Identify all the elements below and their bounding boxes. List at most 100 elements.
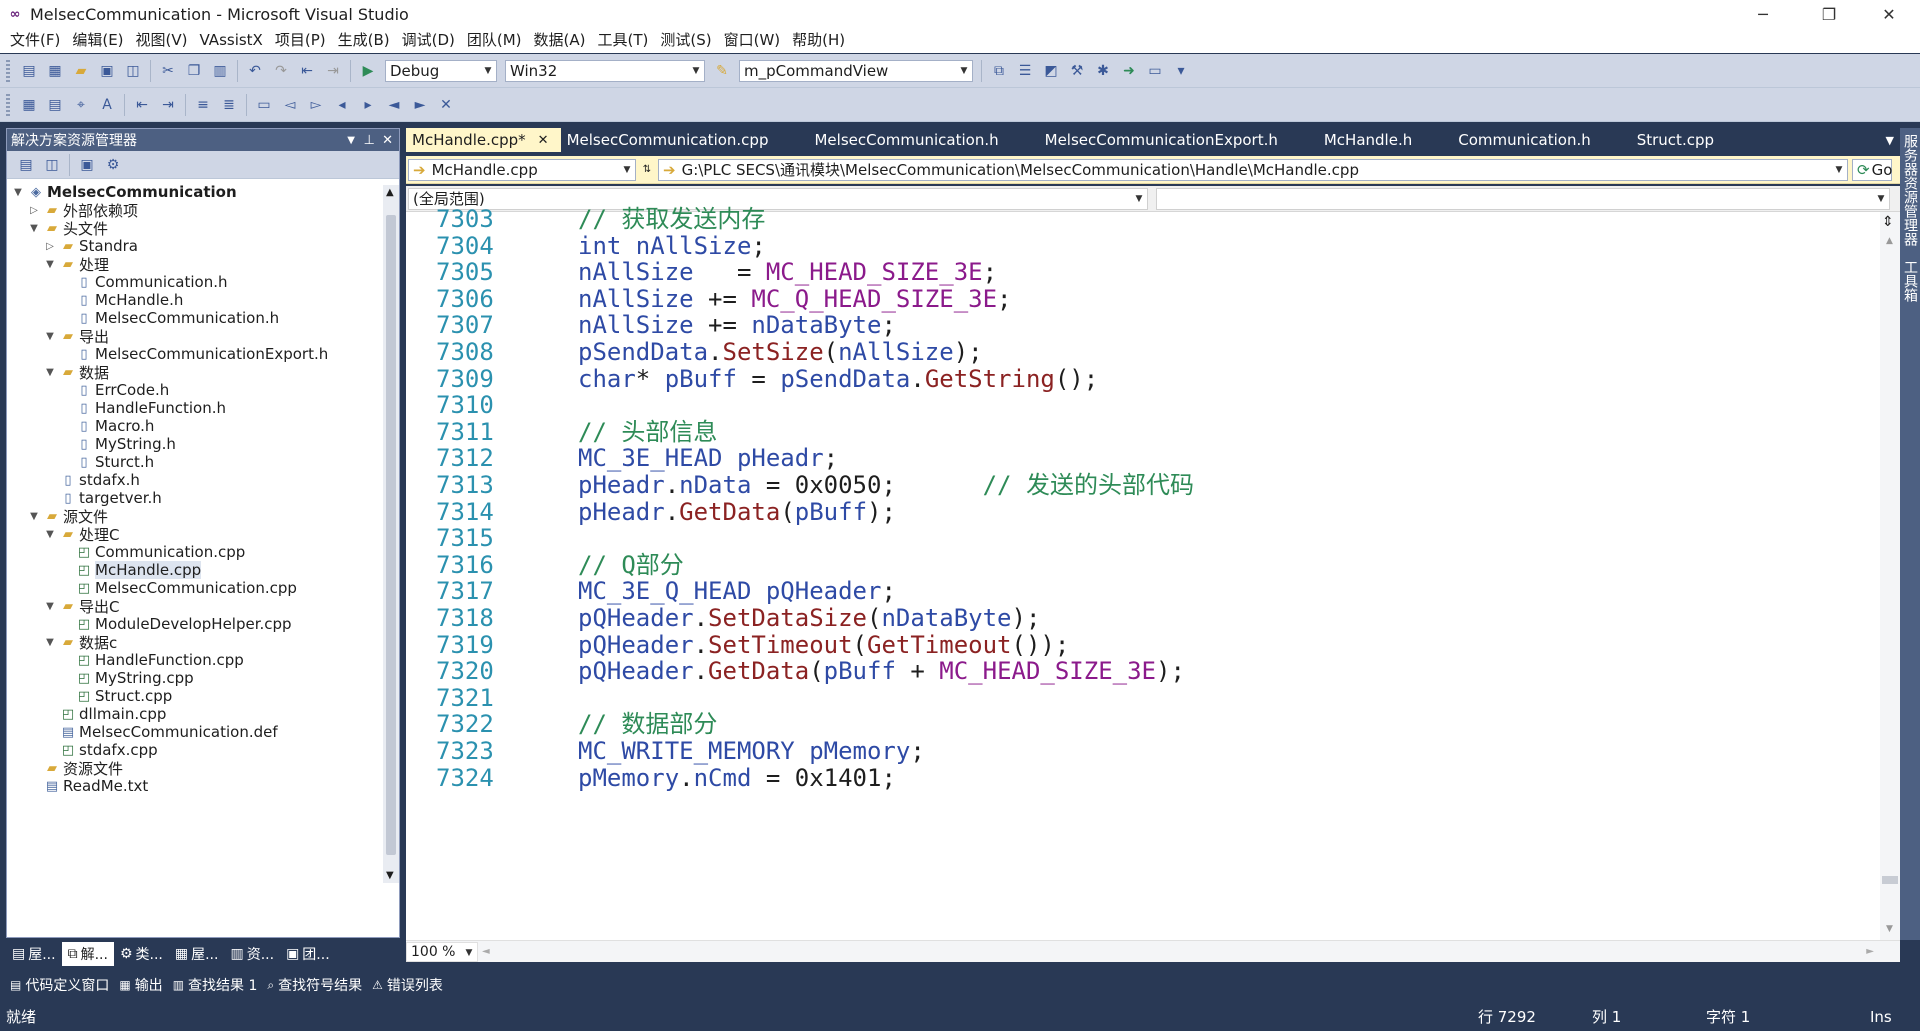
comment-out-icon[interactable]: ≡: [192, 94, 214, 116]
menu-window[interactable]: 窗口(W): [718, 28, 787, 53]
tab-struct-cpp[interactable]: Struct.cpp: [1631, 128, 1726, 152]
tab-melseccommunication-cpp[interactable]: MelsecCommunication.cpp: [561, 128, 809, 152]
menu-data[interactable]: 数据(A): [528, 28, 592, 53]
toolbar-grip[interactable]: [6, 93, 10, 116]
clear-bookmarks-icon[interactable]: ✕: [435, 94, 457, 116]
code-line[interactable]: // Q部分: [578, 550, 684, 580]
next-bookmark-doc-icon[interactable]: ►: [409, 94, 431, 116]
save-all-icon[interactable]: ◫: [122, 60, 144, 82]
collapse-arrow-icon[interactable]: ▼: [43, 637, 57, 648]
menu-tools[interactable]: 工具(T): [591, 28, 654, 53]
tab-team-explorer[interactable]: ▣ 团...: [280, 942, 336, 966]
display-object-member-list-icon[interactable]: ▦: [18, 94, 40, 116]
cut-icon[interactable]: ✂: [157, 60, 179, 82]
editor-vertical-scrollbar[interactable]: ⇕ ▲ ▼: [1880, 212, 1900, 940]
code-line[interactable]: pQHeader.SetDataSize(nDataByte);: [578, 603, 1040, 633]
server-explorer-tab[interactable]: 服务器资源管理器: [1900, 128, 1920, 246]
find-combo[interactable]: m_pCommandView ▼: [739, 59, 973, 82]
split-editor-icon[interactable]: ⇕: [1882, 214, 1894, 230]
platform-select[interactable]: Win32 ▼: [505, 59, 705, 82]
scrollbar-thumb[interactable]: [1882, 876, 1898, 884]
code-editor[interactable]: 7303 7304 7305 7306 7307 7308 7309 7310 7311 7312…: [406, 205, 1900, 940]
view-code-icon[interactable]: ▣: [76, 154, 98, 176]
sync-arrows-icon[interactable]: ⇅: [640, 164, 654, 175]
code-line[interactable]: MC_3E_HEAD pHeadr;: [578, 443, 838, 473]
expand-arrow-icon[interactable]: ▷: [43, 241, 57, 252]
minimize-button[interactable]: ─: [1740, 0, 1786, 28]
collapse-arrow-icon[interactable]: ▼: [43, 331, 57, 342]
navigate-forward-icon[interactable]: ⇥: [322, 60, 344, 82]
tab-overflow-icon[interactable]: ▼: [1886, 134, 1894, 147]
code-line[interactable]: // 头部信息: [578, 417, 717, 447]
solution-tree-scrollbar[interactable]: ▲ ▼: [383, 185, 399, 883]
menu-help[interactable]: 帮助(H): [786, 28, 851, 53]
code-line[interactable]: nAllSize += nDataByte;: [578, 310, 896, 340]
menu-project[interactable]: 项目(P): [269, 28, 332, 53]
collapse-arrow-icon[interactable]: ▼: [43, 367, 57, 378]
command-window-icon[interactable]: ▭: [1144, 60, 1166, 82]
paste-icon[interactable]: ▥: [209, 60, 231, 82]
configuration-select[interactable]: Debug ▼: [385, 59, 497, 82]
start-debug-icon[interactable]: ▶: [357, 60, 379, 82]
menu-test[interactable]: 测试(S): [654, 28, 717, 53]
file-combo[interactable]: ➔ McHandle.cpp ▼: [408, 158, 636, 181]
more-tools-icon[interactable]: ▾: [1170, 60, 1192, 82]
scroll-up-icon[interactable]: ▲: [386, 187, 394, 198]
scroll-down-icon[interactable]: ▼: [386, 870, 394, 881]
panel-close-icon[interactable]: ✕: [382, 133, 393, 148]
panel-menu-icon[interactable]: ▼: [347, 135, 355, 146]
tab-find-symbol-results[interactable]: ⌕ 查找符号结果: [263, 973, 368, 997]
maximize-button[interactable]: ❐: [1806, 0, 1852, 28]
collapse-arrow-icon[interactable]: ▼: [43, 529, 57, 540]
previous-bookmark-icon[interactable]: ◅: [279, 94, 301, 116]
decrease-indent-icon[interactable]: ⇤: [131, 94, 153, 116]
tab-output[interactable]: ▦ 输出: [115, 973, 168, 997]
open-file-icon[interactable]: ▰: [70, 60, 92, 82]
tab-class-view[interactable]: ⚙ 类...: [114, 942, 169, 966]
tab-communication-h[interactable]: Communication.h: [1452, 128, 1631, 152]
toolbox-tab[interactable]: 工具箱: [1900, 246, 1920, 302]
solution-explorer-icon[interactable]: ⧉: [988, 60, 1010, 82]
code-line[interactable]: pSendData.SetSize(nAllSize);: [578, 337, 983, 367]
menu-edit[interactable]: 编辑(E): [66, 28, 129, 53]
scroll-left-icon[interactable]: ◄: [482, 946, 490, 957]
tab-code-definition[interactable]: ▤ 代码定义窗口: [6, 973, 115, 997]
save-icon[interactable]: ▣: [96, 60, 118, 82]
redo-icon[interactable]: ↷: [270, 60, 292, 82]
code-line[interactable]: nAllSize += MC_Q_HEAD_SIZE_3E;: [578, 284, 1012, 314]
prev-bookmark-doc-icon[interactable]: ◄: [383, 94, 405, 116]
tab-melseccommunicationexport-h[interactable]: MelsecCommunicationExport.h: [1039, 128, 1318, 152]
code-line[interactable]: MC_3E_Q_HEAD pQHeader;: [578, 576, 896, 606]
menu-build[interactable]: 生成(B): [332, 28, 396, 53]
zoom-combo[interactable]: 100 % ▼: [406, 941, 478, 962]
collapse-arrow-icon[interactable]: ▼: [27, 511, 41, 522]
properties-icon[interactable]: ☰: [1014, 60, 1036, 82]
tab-mchandle-h[interactable]: McHandle.h: [1318, 128, 1452, 152]
scroll-up-icon[interactable]: ▲: [1886, 236, 1893, 246]
toolbox-icon[interactable]: ⚒: [1066, 60, 1088, 82]
show-all-files-icon[interactable]: ◫: [41, 154, 63, 176]
code-line[interactable]: // 数据部分: [578, 709, 717, 739]
code-line[interactable]: // 获取发送内存: [578, 204, 765, 234]
find-in-files-icon[interactable]: ✎: [711, 60, 733, 82]
menu-debug[interactable]: 调试(D): [396, 28, 461, 53]
code-line[interactable]: pQHeader.GetData(pBuff + MC_HEAD_SIZE_3E…: [578, 656, 1185, 686]
collapse-arrow-icon[interactable]: ▼: [43, 601, 57, 612]
collapse-arrow-icon[interactable]: ▼: [43, 259, 57, 270]
path-combo[interactable]: ➔ G:\PLC SECS\通讯模块\MelsecCommunication\M…: [658, 158, 1848, 181]
code-line[interactable]: int nAllSize;: [578, 231, 766, 261]
pin-icon[interactable]: ⊥: [364, 133, 375, 148]
code-line[interactable]: nAllSize = MC_HEAD_SIZE_3E;: [578, 257, 997, 287]
close-button[interactable]: ✕: [1866, 0, 1912, 28]
tab-error-list[interactable]: ⚠ 错误列表: [368, 973, 449, 997]
quick-info-icon[interactable]: ⌖: [70, 94, 92, 116]
menu-view[interactable]: 视图(V): [130, 28, 194, 53]
parameter-info-icon[interactable]: ▤: [44, 94, 66, 116]
navigate-backward-icon[interactable]: ⇤: [296, 60, 318, 82]
tab-resource-view[interactable]: ▥ 资...: [224, 942, 280, 966]
code-line[interactable]: MC_WRITE_MEMORY pMemory;: [578, 736, 925, 766]
code-line[interactable]: pQHeader.SetTimeout(GetTimeout());: [578, 630, 1069, 660]
next-bookmark-icon[interactable]: ▻: [305, 94, 327, 116]
extension-manager-icon[interactable]: ✱: [1092, 60, 1114, 82]
menu-vassistx[interactable]: VAssistX: [194, 28, 269, 53]
